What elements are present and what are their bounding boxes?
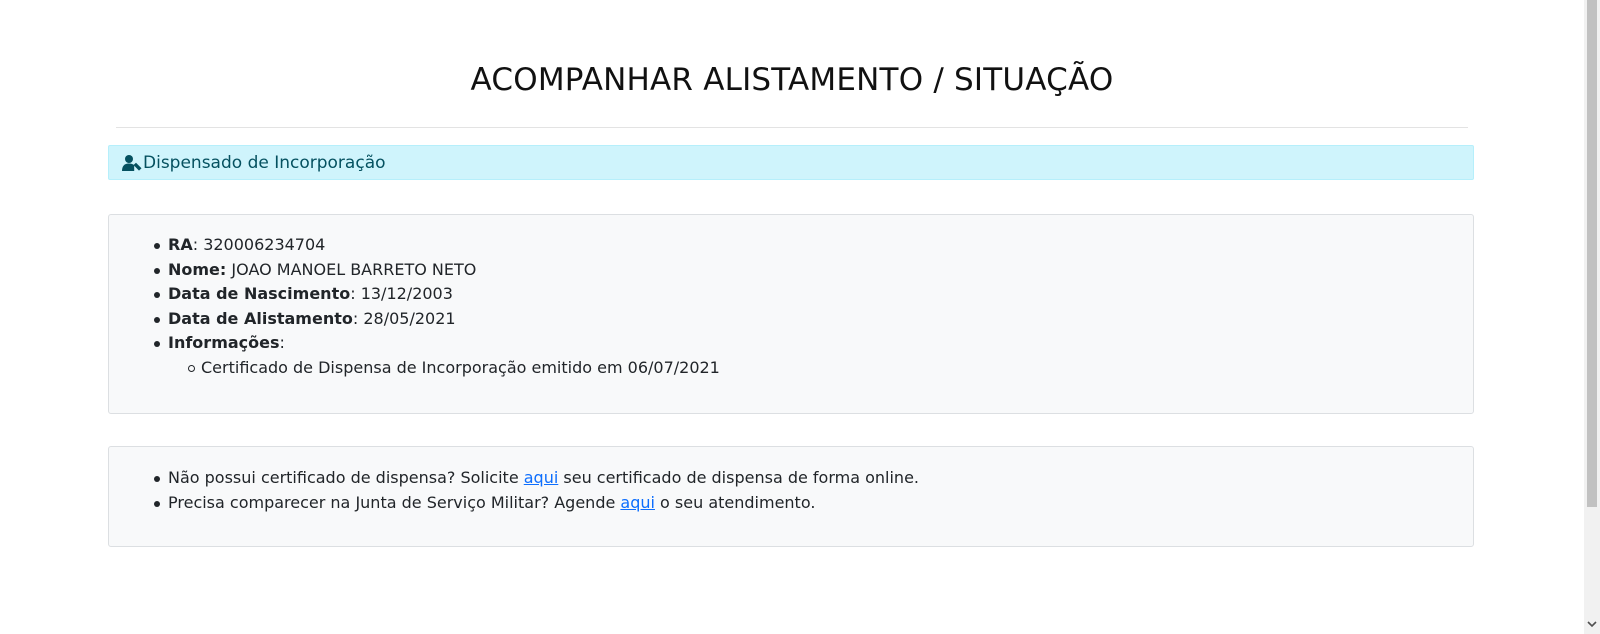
nome-value: JOAO MANOEL BARRETO NETO (231, 259, 477, 279)
help-links-card: Não possui certificado de dispensa? Soli… (108, 446, 1474, 547)
informacoes-subitem: Certificado de Dispensa de Incorporação … (168, 356, 720, 381)
vertical-scrollbar[interactable] (1584, 0, 1600, 634)
status-alert-text: Dispensado de Incorporação (143, 152, 386, 173)
status-alert: Dispensado de Incorporação (108, 145, 1474, 180)
ra-label: RA (168, 235, 193, 254)
list-item-data-alistamento: Data de Alistamento: 28/05/2021 (153, 307, 720, 332)
nascimento-label: Data de Nascimento (168, 284, 351, 303)
informacoes-sublist: Certificado de Dispensa de Incorporação … (168, 356, 720, 381)
list-item-agendar-atendimento: Precisa comparecer na Junta de Serviço M… (153, 491, 919, 516)
help-links-list: Não possui certificado de dispensa? Soli… (153, 466, 919, 515)
page-title: ACOMPANHAR ALISTAMENTO / SITUAÇÃO (470, 62, 1114, 98)
list-item-ra: RA: 320006234704 (153, 233, 720, 258)
ra-value: 320006234704 (203, 235, 326, 254)
alistamento-label: Data de Alistamento (168, 308, 353, 328)
nome-label: Nome: (168, 259, 227, 279)
enlistment-details-card: RA: 320006234704 Nome: JOAO MANOEL BARRE… (108, 214, 1474, 414)
title-divider (116, 127, 1468, 128)
list-item-informacoes: Informações: Certificado de Dispensa de … (153, 331, 720, 380)
agendar-text-before: Precisa comparecer na Junta de Serviço M… (168, 492, 621, 512)
scrollbar-thumb[interactable] (1587, 0, 1597, 507)
page: ACOMPANHAR ALISTAMENTO / SITUAÇÃO Dispen… (0, 0, 1600, 634)
certificado-text-before: Não possui certificado de dispensa? Soli… (168, 468, 524, 487)
details-list: RA: 320006234704 Nome: JOAO MANOEL BARRE… (153, 233, 720, 380)
list-item-data-nascimento: Data de Nascimento: 13/12/2003 (153, 282, 720, 307)
list-item-nome: Nome: JOAO MANOEL BARRETO NETO (153, 258, 720, 283)
agendar-atendimento-link[interactable]: aqui (620, 493, 655, 512)
alistamento-value: 28/05/2021 (363, 308, 456, 328)
informacoes-label: Informações (168, 333, 280, 352)
nascimento-value: 13/12/2003 (360, 284, 453, 303)
list-item-solicitar-certificado: Não possui certificado de dispensa? Soli… (153, 466, 919, 491)
solicitar-certificado-link[interactable]: aqui (524, 468, 559, 487)
user-check-icon (122, 154, 142, 172)
agendar-text-after: o seu atendimento. (654, 492, 816, 512)
scroll-down-arrow-icon[interactable] (1587, 619, 1597, 629)
certificado-text-after: seu certificado de dispensa de forma onl… (558, 468, 919, 487)
